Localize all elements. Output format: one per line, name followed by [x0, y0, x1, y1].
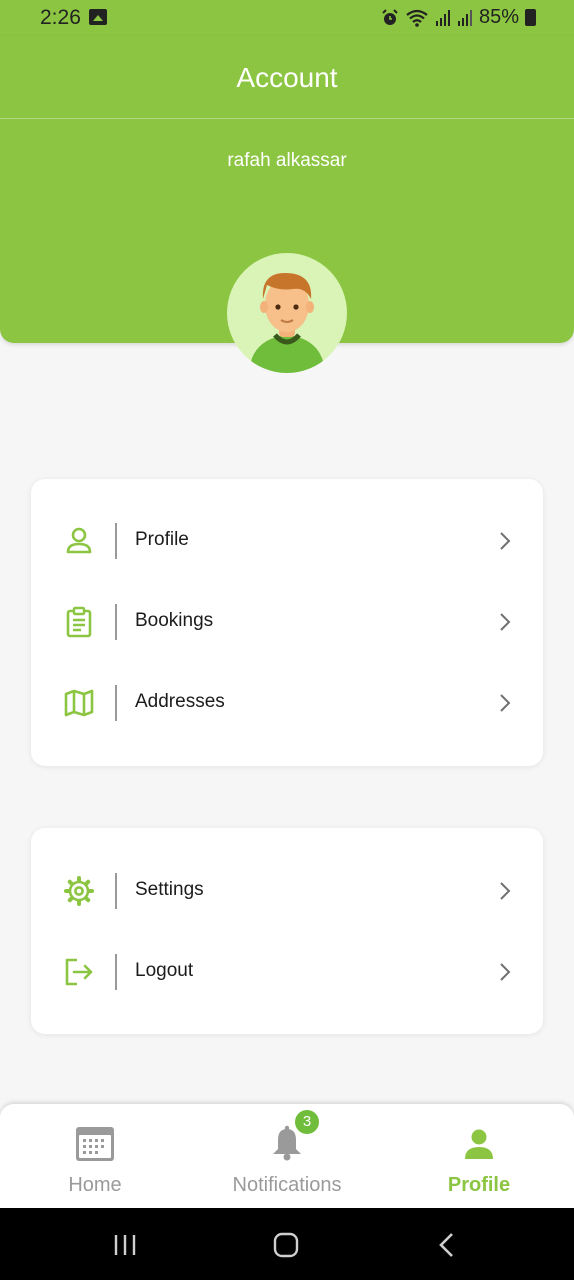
nav-label-profile: Profile — [447, 1174, 511, 1196]
menu-item-addresses[interactable]: Addresses — [31, 673, 543, 733]
chevron-right-icon — [500, 613, 511, 631]
nav-home[interactable]: Home — [0, 1104, 190, 1208]
calendar-icon — [76, 1127, 114, 1161]
chevron-right-icon — [500, 532, 511, 550]
menu-separator — [115, 685, 117, 721]
bottom-nav: Home Notifications Profile — [0, 1104, 574, 1208]
status-indicators: 85% — [381, 6, 536, 29]
logout-icon — [65, 958, 93, 986]
gear-icon — [64, 876, 94, 906]
chevron-right-icon — [500, 694, 511, 712]
settings-menu-card: Settings Logout — [31, 828, 543, 1034]
nav-label-home: Home — [68, 1174, 122, 1196]
chevron-right-icon — [500, 963, 511, 981]
page-title: Account — [236, 62, 338, 93]
nav-label-notifications: Notifications — [232, 1174, 342, 1196]
menu-item-settings[interactable]: Settings — [31, 861, 543, 921]
menu-separator — [115, 604, 117, 640]
system-nav-bar — [0, 1208, 574, 1280]
avatar-person-icon — [249, 273, 325, 373]
account-menu-card: Profile Bookings Addresses — [31, 479, 543, 766]
home-button-icon[interactable] — [271, 1232, 301, 1258]
clipboard-icon — [66, 606, 92, 638]
user-outline-icon — [66, 527, 92, 554]
menu-item-bookings[interactable]: Bookings — [31, 592, 543, 652]
person-icon — [465, 1129, 493, 1159]
wifi-icon — [406, 9, 428, 27]
alarm-icon — [382, 8, 398, 25]
menu-item-label: Settings — [135, 879, 204, 900]
battery-icon — [525, 9, 536, 26]
menu-separator — [115, 523, 117, 559]
notifications-badge: 3 — [295, 1110, 319, 1134]
menu-separator — [115, 873, 117, 909]
battery-percent: 85% — [478, 6, 519, 28]
image-notification-icon — [89, 9, 107, 25]
menu-item-label: Addresses — [135, 691, 225, 712]
menu-item-logout[interactable]: Logout — [31, 942, 543, 1002]
menu-item-label: Logout — [135, 960, 194, 981]
status-bar: 2:26 85% — [0, 0, 574, 36]
signal-icon — [435, 9, 450, 26]
chevron-right-icon — [500, 882, 511, 900]
nav-profile[interactable]: Profile — [384, 1104, 574, 1208]
menu-item-label: Bookings — [135, 610, 214, 631]
menu-item-profile[interactable]: Profile — [31, 511, 543, 571]
map-icon — [64, 689, 94, 717]
nav-notifications[interactable]: Notifications — [192, 1104, 382, 1208]
header-divider — [0, 118, 574, 119]
user-name: rafah alkassar — [227, 150, 347, 171]
signal-icon — [457, 9, 472, 26]
menu-item-label: Profile — [135, 529, 189, 550]
menu-separator — [115, 954, 117, 990]
status-time: 2:26 — [40, 6, 81, 29]
recent-apps-icon[interactable] — [111, 1232, 141, 1258]
avatar[interactable] — [227, 253, 347, 373]
back-icon[interactable] — [432, 1232, 462, 1258]
